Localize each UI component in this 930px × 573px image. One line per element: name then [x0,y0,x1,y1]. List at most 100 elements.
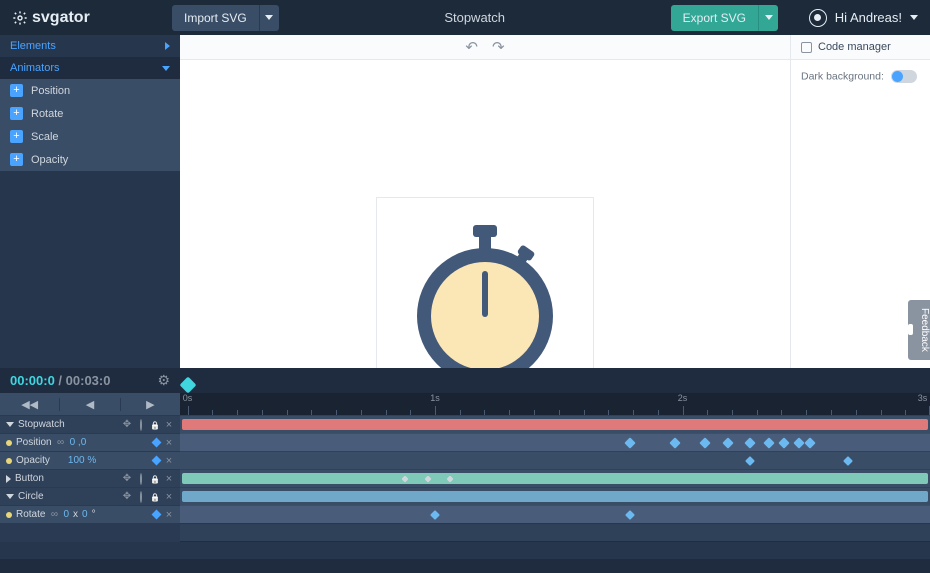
user-greeting: Hi Andreas! [835,10,902,25]
code-manager-label: Code manager [818,41,891,53]
track-row-button[interactable]: Button [0,469,930,487]
keyframe[interactable] [763,437,774,448]
track-bar[interactable] [182,419,928,430]
plus-icon: + [10,130,23,143]
bulb-icon [6,440,12,446]
expand-icon[interactable] [6,422,14,427]
track-value-b[interactable]: 0 [82,509,88,520]
visibility-icon[interactable] [136,474,146,484]
track-value[interactable]: 0 ,0 [70,437,87,448]
playhead[interactable] [182,379,194,391]
dark-bg-label: Dark background: [801,70,884,82]
visibility-icon[interactable] [136,420,146,430]
chevron-down-icon [162,66,170,71]
keyframe[interactable] [778,437,789,448]
undo-button[interactable]: ↶ [465,38,478,56]
track-bar[interactable] [182,491,928,502]
settings-button[interactable]: ⚙ [157,372,170,389]
chevron-down-icon [910,15,918,20]
gear-icon [12,10,28,26]
stopwatch-graphic [405,221,565,391]
feedback-label: Feedback [919,308,930,352]
import-dropdown[interactable] [259,5,279,31]
keyframe[interactable] [722,437,733,448]
track-deg: ° [92,509,96,520]
track-value[interactable]: 100 % [68,455,96,466]
keyframe[interactable] [430,510,440,520]
time-current: 00:00:0 [10,373,55,388]
lock-icon[interactable] [150,492,160,502]
add-keyframe-icon[interactable] [152,438,162,448]
close-icon[interactable] [164,473,174,485]
expand-icon[interactable] [6,475,11,483]
animators-panel-header[interactable]: Animators [0,57,180,79]
timeline-controls: ◀◀ ◀ ▶ 0s 1s 2s 3s [0,393,930,415]
rewind-button[interactable]: ◀◀ [0,398,59,411]
playhead-icon [180,376,197,393]
elements-panel-header[interactable]: Elements [0,35,180,57]
avatar-icon [809,9,827,27]
dark-bg-toggle[interactable] [891,70,917,83]
checkbox-icon[interactable] [801,42,812,53]
track-row-circle[interactable]: Circle [0,487,930,505]
animator-item-opacity[interactable]: + Opacity [0,148,180,171]
track-row-rotate[interactable]: Rotate 0 x 0 ° [0,505,930,523]
keyframe[interactable] [843,456,853,466]
prev-button[interactable]: ◀ [59,398,119,411]
animator-item-scale[interactable]: + Scale [0,125,180,148]
animator-item-position[interactable]: + Position [0,79,180,102]
lock-icon[interactable] [150,420,160,430]
track-row-opacity[interactable]: Opacity 100 % [0,451,930,469]
close-icon[interactable] [164,509,174,521]
track-name: Stopwatch [18,419,65,430]
code-manager-toggle[interactable]: Code manager [791,35,930,60]
keyframe[interactable] [699,437,710,448]
close-icon[interactable] [164,455,174,467]
keyframe[interactable] [744,437,755,448]
animator-label: Rotate [31,108,63,120]
track-row-stopwatch[interactable]: Stopwatch [0,415,930,433]
play-button[interactable]: ▶ [120,398,180,411]
add-keyframe-icon[interactable] [152,510,162,520]
expand-icon[interactable] [6,494,14,499]
export-dropdown[interactable] [758,5,778,31]
close-icon[interactable] [164,419,174,431]
keyframe[interactable] [625,510,635,520]
export-button[interactable]: Export SVG [671,5,758,31]
lock-icon[interactable] [150,474,160,484]
tick-label: 0s [183,393,193,403]
keyframe[interactable] [793,437,804,448]
timeline-header: 00:00:0 / 00:03:0 ⚙ [0,368,930,393]
app-logo[interactable]: svgator [12,9,172,27]
move-icon[interactable] [122,419,132,430]
link-icon[interactable] [56,437,66,448]
track-value-a[interactable]: 0 [63,509,69,520]
add-keyframe-icon[interactable] [152,456,162,466]
timeline-ruler[interactable]: 0s 1s 2s 3s [180,393,930,415]
close-icon[interactable] [164,437,174,449]
keyframe[interactable] [745,456,755,466]
close-icon[interactable] [164,491,174,503]
move-icon[interactable] [122,491,132,502]
track-bar[interactable] [182,473,928,484]
bulb-icon [6,512,12,518]
import-button[interactable]: Import SVG [172,5,259,31]
visibility-icon[interactable] [136,492,146,502]
plus-icon: + [10,107,23,120]
animator-label: Opacity [31,154,68,166]
redo-button[interactable]: ↷ [492,38,505,56]
tick-label: 3s [918,393,928,403]
keyframe[interactable] [804,437,815,448]
keyframe[interactable] [669,437,680,448]
timeline-tracks: Stopwatch Position 0 ,0 [0,415,930,573]
move-icon[interactable] [122,473,132,484]
bulb-icon [6,458,12,464]
feedback-tab[interactable]: Feedback [908,300,930,360]
animator-item-rotate[interactable]: + Rotate [0,102,180,125]
track-row-position[interactable]: Position 0 ,0 [0,433,930,451]
right-body: Dark background: [791,60,930,93]
user-menu[interactable]: Hi Andreas! [798,9,918,27]
link-icon[interactable] [49,509,59,520]
track-name: Button [15,473,44,484]
keyframe[interactable] [624,437,635,448]
